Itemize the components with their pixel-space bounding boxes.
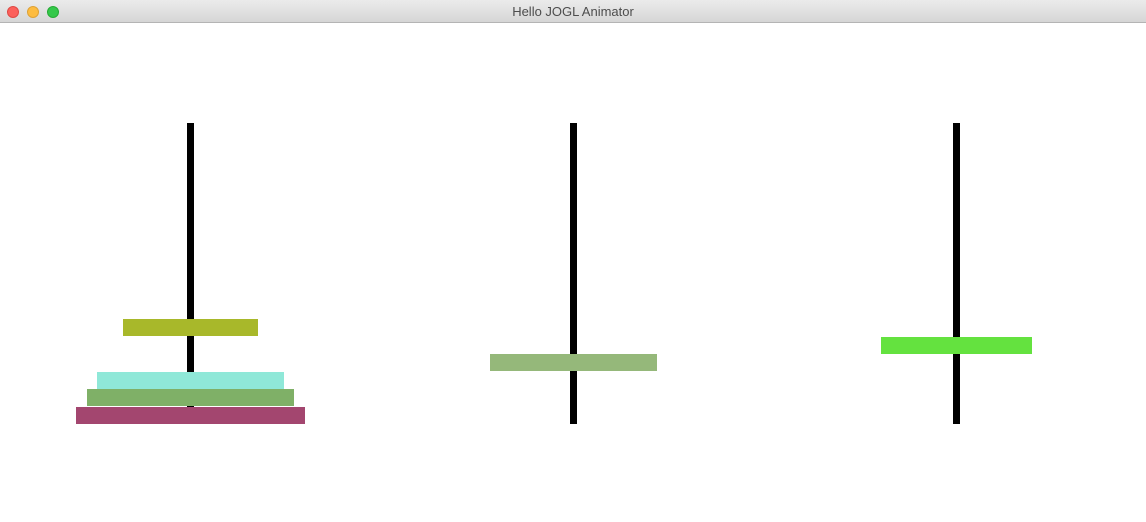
peg-right: [953, 123, 960, 424]
peg-middle: [570, 123, 577, 424]
disk-lime: [881, 337, 1032, 354]
disk-magenta: [76, 407, 305, 424]
disk-green: [87, 389, 294, 406]
gl-canvas[interactable]: [0, 23, 1146, 522]
disk-turquoise: [97, 372, 284, 389]
disk-sage: [490, 354, 657, 371]
disk-olive: [123, 319, 258, 336]
window-title: Hello JOGL Animator: [512, 4, 634, 19]
title-bar[interactable]: Hello JOGL Animator: [0, 0, 1146, 23]
app-window: Hello JOGL Animator: [0, 0, 1146, 522]
